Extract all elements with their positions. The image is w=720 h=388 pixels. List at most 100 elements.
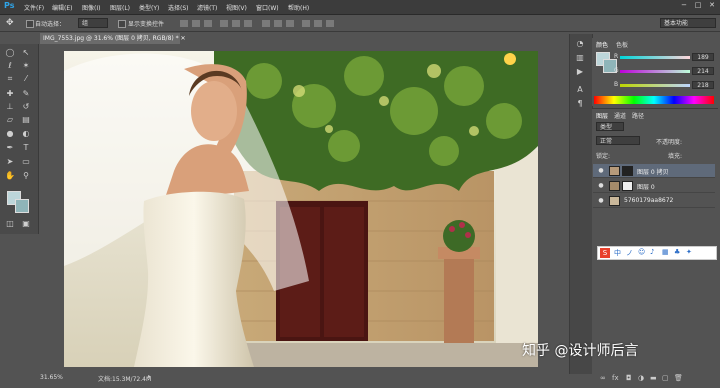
chinese-mode-icon[interactable]: 中	[614, 248, 621, 258]
menu-help[interactable]: 帮助(H)	[288, 3, 309, 12]
layer-name[interactable]: 图层 0 拷贝	[637, 167, 669, 176]
new-group-icon[interactable]: ▬	[650, 374, 657, 382]
quick-mask-icon[interactable]: ◫	[4, 218, 16, 229]
layer-row[interactable]: ● 5760179aa8672	[593, 194, 715, 208]
input-method-toolbar[interactable]: S 中 ノ ☺ ♪ ▦ ♣ ✦	[597, 246, 717, 260]
menu-view[interactable]: 视图(V)	[226, 3, 247, 12]
brush-tool-icon[interactable]: ✎	[20, 88, 32, 99]
layer-row[interactable]: ● 图层 0 拷贝	[593, 164, 715, 178]
slider-b-track[interactable]	[620, 84, 690, 87]
eraser-tool-icon[interactable]: ▱	[4, 114, 16, 125]
tab-color[interactable]: 颜色	[596, 40, 608, 49]
color-spectrum-bar[interactable]	[594, 96, 714, 104]
paragraph-panel-icon[interactable]: ¶	[574, 98, 586, 109]
auto-select-checkbox[interactable]	[26, 20, 34, 28]
minimize-icon[interactable]: −	[678, 1, 690, 11]
actions-panel-icon[interactable]: ▶	[574, 66, 586, 77]
menu-window[interactable]: 窗口(W)	[256, 3, 279, 12]
blend-mode-dropdown[interactable]: 正常	[596, 136, 640, 145]
slider-g-value[interactable]: 214	[692, 67, 714, 75]
zoom-level[interactable]: 31.65%	[40, 374, 63, 381]
type-tool-icon[interactable]: T	[20, 142, 32, 153]
punctuation-icon[interactable]: ノ	[626, 248, 633, 258]
properties-panel-icon[interactable]: ▥	[574, 52, 586, 63]
menu-edit[interactable]: 编辑(E)	[52, 3, 72, 12]
background-color-swatch[interactable]	[15, 199, 29, 213]
menu-filter[interactable]: 滤镜(T)	[197, 3, 217, 12]
workspace-dropdown[interactable]: 基本功能	[660, 18, 716, 28]
layer-name[interactable]: 5760179aa8672	[624, 197, 673, 204]
menu-select[interactable]: 选择(S)	[168, 3, 189, 12]
blur-tool-icon[interactable]: ●	[4, 128, 16, 139]
new-layer-icon[interactable]: ▢	[662, 374, 669, 382]
lasso-tool-icon[interactable]: ℓ	[4, 60, 16, 71]
document-canvas[interactable]	[64, 51, 538, 367]
character-panel-icon[interactable]: A	[574, 84, 586, 95]
healing-brush-tool-icon[interactable]: ✚	[4, 88, 16, 99]
align-bottom-icon[interactable]	[204, 20, 212, 27]
zoom-tool-icon[interactable]: ⚲	[20, 170, 32, 181]
menu-file[interactable]: 文件(F)	[24, 3, 44, 12]
slider-r-track[interactable]	[620, 56, 690, 59]
align-middle-icon[interactable]	[192, 20, 200, 27]
tab-swatches[interactable]: 色板	[616, 40, 628, 49]
maximize-icon[interactable]: □	[692, 1, 704, 11]
distribute-bottom-icon[interactable]	[286, 20, 294, 27]
show-transform-checkbox[interactable]	[118, 20, 126, 28]
slider-g-track[interactable]	[620, 70, 690, 73]
tab-paths[interactable]: 路径	[632, 111, 644, 120]
add-mask-icon[interactable]: ◘	[626, 374, 632, 382]
slider-b-value[interactable]: 218	[692, 81, 714, 89]
skin-icon[interactable]: ♣	[674, 248, 680, 256]
menu-type[interactable]: 类型(Y)	[139, 3, 159, 12]
layer-mask-thumbnail[interactable]	[622, 181, 633, 191]
pen-tool-icon[interactable]: ✒	[4, 142, 16, 153]
status-menu-arrow-icon[interactable]: ▸	[148, 373, 151, 380]
menu-layer[interactable]: 图层(L)	[110, 3, 130, 12]
menu-image[interactable]: 图像(I)	[82, 3, 100, 12]
distribute-left-icon[interactable]	[302, 20, 310, 27]
clone-stamp-tool-icon[interactable]: ⊥	[4, 101, 16, 112]
gradient-tool-icon[interactable]: ▤	[20, 114, 32, 125]
magic-wand-tool-icon[interactable]: ✶	[20, 60, 32, 71]
crop-tool-icon[interactable]: ⌗	[4, 73, 16, 84]
distribute-middle-icon[interactable]	[274, 20, 282, 27]
adjustment-layer-icon[interactable]: ◑	[638, 374, 644, 382]
slider-r-value[interactable]: 189	[692, 53, 714, 61]
distribute-center-icon[interactable]	[314, 20, 322, 27]
align-left-icon[interactable]	[220, 20, 228, 27]
layer-mask-thumbnail[interactable]	[622, 166, 633, 176]
visibility-eye-icon[interactable]: ●	[597, 197, 605, 205]
distribute-right-icon[interactable]	[326, 20, 334, 27]
align-right-icon[interactable]	[244, 20, 252, 27]
align-center-icon[interactable]	[232, 20, 240, 27]
tab-layers[interactable]: 图层	[596, 111, 608, 120]
auto-select-dropdown[interactable]: 组	[78, 18, 108, 28]
document-tab[interactable]: IMG_7553.jpg @ 31.6% (图层 0 拷贝, RGB/8) * …	[40, 33, 186, 44]
keyboard-icon[interactable]: ▦	[662, 248, 669, 256]
move-tool-preset-icon[interactable]: ✥	[6, 18, 14, 28]
dodge-tool-icon[interactable]: ◐	[20, 128, 32, 139]
layer-style-icon[interactable]: fx	[612, 374, 619, 382]
link-layers-icon[interactable]: ∞	[600, 374, 606, 382]
marquee-tool-icon[interactable]: ◯	[4, 47, 16, 58]
delete-layer-icon[interactable]: 🗑	[674, 374, 683, 382]
eyedropper-tool-icon[interactable]: ⁄	[20, 73, 32, 84]
layer-name[interactable]: 图层 0	[637, 182, 655, 191]
path-selection-tool-icon[interactable]: ➤	[4, 156, 16, 167]
layer-kind-filter[interactable]: 类型	[596, 122, 624, 131]
visibility-eye-icon[interactable]: ●	[597, 182, 605, 190]
tools-icon[interactable]: ✦	[686, 248, 692, 256]
layer-row[interactable]: ● 图层 0	[593, 179, 715, 193]
hand-tool-icon[interactable]: ✋	[4, 170, 16, 181]
history-brush-tool-icon[interactable]: ↺	[20, 101, 32, 112]
tab-channels[interactable]: 通道	[614, 111, 626, 120]
move-tool-icon[interactable]: ↖	[20, 47, 32, 58]
close-icon[interactable]: ✕	[706, 1, 718, 11]
voice-icon[interactable]: ♪	[650, 248, 654, 256]
rectangle-tool-icon[interactable]: ▭	[20, 156, 32, 167]
screen-mode-icon[interactable]: ▣	[20, 218, 32, 229]
align-top-icon[interactable]	[180, 20, 188, 27]
emoji-icon[interactable]: ☺	[638, 248, 645, 256]
distribute-top-icon[interactable]	[262, 20, 270, 27]
